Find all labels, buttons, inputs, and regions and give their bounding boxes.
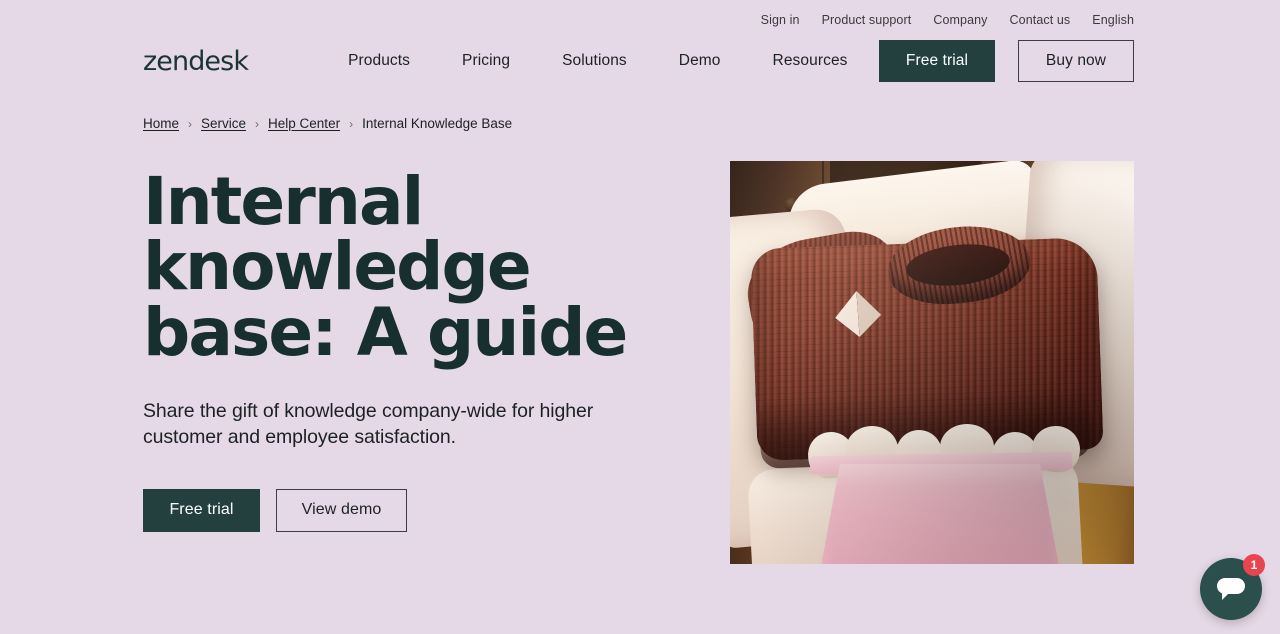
nav-link-pricing[interactable]: Pricing (462, 52, 510, 70)
page-title: Internal knowledge base: A guide (143, 163, 628, 371)
hero-free-trial-button[interactable]: Free trial (143, 488, 260, 532)
breadcrumb-item-home[interactable]: Home (143, 116, 179, 131)
nav-actions: Free trial Buy now (879, 40, 1134, 82)
chat-widget[interactable]: 1 (1200, 554, 1265, 620)
paper-diamond-ornament (833, 289, 882, 338)
nav-link-demo[interactable]: Demo (679, 52, 721, 70)
hero-view-demo-button[interactable]: View demo (276, 488, 407, 532)
breadcrumb-item-service[interactable]: Service (201, 116, 246, 131)
breadcrumb-item-current: Internal Knowledge Base (362, 116, 513, 131)
breadcrumb: Home › Service › Help Center › Internal … (0, 92, 1280, 131)
hero-section: Internal knowledge base: A guide Share t… (0, 161, 1280, 564)
utility-link-company[interactable]: Company (933, 13, 987, 27)
zendesk-logo[interactable]: zendesk (143, 48, 249, 75)
nav-link-resources[interactable]: Resources (773, 52, 848, 70)
hero-subtitle: Share the gift of knowledge company-wide… (143, 399, 594, 448)
hero-image-scene (730, 161, 1134, 564)
utility-link-product-support[interactable]: Product support (822, 13, 912, 27)
hero-cta-group: Free trial View demo (143, 488, 703, 532)
chat-bubble-icon (1217, 578, 1245, 600)
main-navigation: zendesk Products Pricing Solutions Demo … (0, 30, 1280, 92)
nav-links: Products Pricing Solutions Demo Resource… (348, 52, 847, 70)
utility-link-sign-in[interactable]: Sign in (761, 13, 800, 27)
chat-unread-badge: 1 (1243, 554, 1265, 576)
free-trial-button[interactable]: Free trial (879, 40, 995, 82)
utility-link-language[interactable]: English (1092, 13, 1134, 27)
breadcrumb-separator-icon: › (188, 116, 193, 131)
nav-link-solutions[interactable]: Solutions (562, 52, 627, 70)
buy-now-button[interactable]: Buy now (1018, 40, 1134, 82)
breadcrumb-separator-icon: › (255, 116, 260, 131)
utility-nav: Sign in Product support Company Contact … (0, 0, 1280, 30)
page-root: Sign in Product support Company Contact … (0, 0, 1280, 634)
hero-image (730, 161, 1134, 564)
hero-text-column: Internal knowledge base: A guide Share t… (143, 161, 703, 564)
pink-gift-box (818, 464, 1062, 564)
utility-link-contact-us[interactable]: Contact us (1010, 13, 1071, 27)
breadcrumb-item-help-center[interactable]: Help Center (268, 116, 340, 131)
breadcrumb-separator-icon: › (349, 116, 354, 131)
nav-link-products[interactable]: Products (348, 52, 410, 70)
